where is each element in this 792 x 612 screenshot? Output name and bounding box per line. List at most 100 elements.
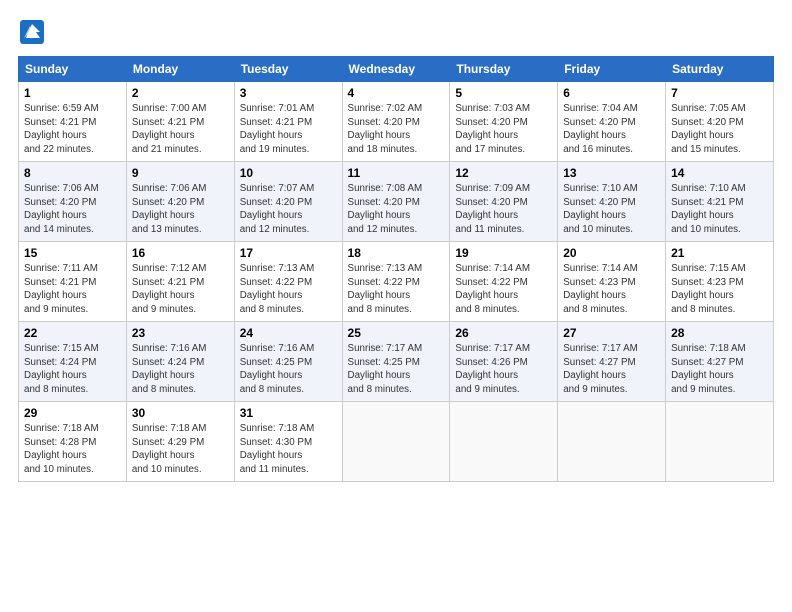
day-info: Sunrise: 7:13 AMSunset: 4:22 PMDaylight … xyxy=(240,263,315,315)
calendar-row-2: 8 Sunrise: 7:06 AMSunset: 4:20 PMDayligh… xyxy=(19,162,774,242)
day-info: Sunrise: 7:05 AMSunset: 4:20 PMDaylight … xyxy=(671,103,746,155)
calendar-cell: 2 Sunrise: 7:00 AMSunset: 4:21 PMDayligh… xyxy=(126,82,234,162)
day-info: Sunrise: 7:01 AMSunset: 4:21 PMDaylight … xyxy=(240,103,315,155)
day-number: 24 xyxy=(240,326,337,340)
day-number: 10 xyxy=(240,166,337,180)
day-info: Sunrise: 7:04 AMSunset: 4:20 PMDaylight … xyxy=(563,103,638,155)
day-number: 31 xyxy=(240,406,337,420)
day-number: 21 xyxy=(671,246,768,260)
calendar-cell: 1 Sunrise: 6:59 AMSunset: 4:21 PMDayligh… xyxy=(19,82,127,162)
calendar-row-3: 15 Sunrise: 7:11 AMSunset: 4:21 PMDaylig… xyxy=(19,242,774,322)
day-info: Sunrise: 7:16 AMSunset: 4:25 PMDaylight … xyxy=(240,343,315,395)
calendar-cell: 29 Sunrise: 7:18 AMSunset: 4:28 PMDaylig… xyxy=(19,402,127,482)
calendar-page: SundayMondayTuesdayWednesdayThursdayFrid… xyxy=(0,0,792,492)
day-info: Sunrise: 7:12 AMSunset: 4:21 PMDaylight … xyxy=(132,263,207,315)
calendar-cell: 13 Sunrise: 7:10 AMSunset: 4:20 PMDaylig… xyxy=(558,162,666,242)
day-info: Sunrise: 7:09 AMSunset: 4:20 PMDaylight … xyxy=(455,183,530,235)
calendar-cell: 11 Sunrise: 7:08 AMSunset: 4:20 PMDaylig… xyxy=(342,162,450,242)
calendar-cell: 23 Sunrise: 7:16 AMSunset: 4:24 PMDaylig… xyxy=(126,322,234,402)
day-info: Sunrise: 6:59 AMSunset: 4:21 PMDaylight … xyxy=(24,103,99,155)
col-header-tuesday: Tuesday xyxy=(234,57,342,82)
day-info: Sunrise: 7:11 AMSunset: 4:21 PMDaylight … xyxy=(24,263,98,315)
day-info: Sunrise: 7:18 AMSunset: 4:27 PMDaylight … xyxy=(671,343,746,395)
day-info: Sunrise: 7:08 AMSunset: 4:20 PMDaylight … xyxy=(348,183,423,235)
calendar-cell: 26 Sunrise: 7:17 AMSunset: 4:26 PMDaylig… xyxy=(450,322,558,402)
calendar-cell: 22 Sunrise: 7:15 AMSunset: 4:24 PMDaylig… xyxy=(19,322,127,402)
calendar-cell xyxy=(666,402,774,482)
day-number: 20 xyxy=(563,246,660,260)
day-info: Sunrise: 7:18 AMSunset: 4:29 PMDaylight … xyxy=(132,423,207,475)
calendar-cell xyxy=(450,402,558,482)
calendar-cell: 27 Sunrise: 7:17 AMSunset: 4:27 PMDaylig… xyxy=(558,322,666,402)
calendar-cell: 20 Sunrise: 7:14 AMSunset: 4:23 PMDaylig… xyxy=(558,242,666,322)
day-info: Sunrise: 7:18 AMSunset: 4:30 PMDaylight … xyxy=(240,423,315,475)
calendar-cell xyxy=(342,402,450,482)
calendar-cell: 30 Sunrise: 7:18 AMSunset: 4:29 PMDaylig… xyxy=(126,402,234,482)
calendar-cell: 28 Sunrise: 7:18 AMSunset: 4:27 PMDaylig… xyxy=(666,322,774,402)
day-info: Sunrise: 7:02 AMSunset: 4:20 PMDaylight … xyxy=(348,103,423,155)
day-info: Sunrise: 7:17 AMSunset: 4:26 PMDaylight … xyxy=(455,343,530,395)
day-info: Sunrise: 7:06 AMSunset: 4:20 PMDaylight … xyxy=(24,183,99,235)
day-number: 11 xyxy=(348,166,445,180)
day-number: 8 xyxy=(24,166,121,180)
day-number: 12 xyxy=(455,166,552,180)
calendar-cell: 21 Sunrise: 7:15 AMSunset: 4:23 PMDaylig… xyxy=(666,242,774,322)
col-header-thursday: Thursday xyxy=(450,57,558,82)
day-info: Sunrise: 7:10 AMSunset: 4:21 PMDaylight … xyxy=(671,183,746,235)
calendar-cell: 5 Sunrise: 7:03 AMSunset: 4:20 PMDayligh… xyxy=(450,82,558,162)
day-info: Sunrise: 7:03 AMSunset: 4:20 PMDaylight … xyxy=(455,103,530,155)
logo-icon xyxy=(18,18,46,46)
calendar-cell: 12 Sunrise: 7:09 AMSunset: 4:20 PMDaylig… xyxy=(450,162,558,242)
calendar-table: SundayMondayTuesdayWednesdayThursdayFrid… xyxy=(18,56,774,482)
calendar-cell: 10 Sunrise: 7:07 AMSunset: 4:20 PMDaylig… xyxy=(234,162,342,242)
header xyxy=(18,18,774,46)
col-header-sunday: Sunday xyxy=(19,57,127,82)
day-info: Sunrise: 7:10 AMSunset: 4:20 PMDaylight … xyxy=(563,183,638,235)
calendar-cell: 3 Sunrise: 7:01 AMSunset: 4:21 PMDayligh… xyxy=(234,82,342,162)
calendar-cell: 15 Sunrise: 7:11 AMSunset: 4:21 PMDaylig… xyxy=(19,242,127,322)
day-info: Sunrise: 7:15 AMSunset: 4:23 PMDaylight … xyxy=(671,263,746,315)
logo xyxy=(18,18,50,46)
day-number: 13 xyxy=(563,166,660,180)
day-number: 15 xyxy=(24,246,121,260)
day-number: 28 xyxy=(671,326,768,340)
calendar-cell: 19 Sunrise: 7:14 AMSunset: 4:22 PMDaylig… xyxy=(450,242,558,322)
day-number: 26 xyxy=(455,326,552,340)
day-number: 9 xyxy=(132,166,229,180)
day-info: Sunrise: 7:06 AMSunset: 4:20 PMDaylight … xyxy=(132,183,207,235)
day-number: 22 xyxy=(24,326,121,340)
calendar-cell: 18 Sunrise: 7:13 AMSunset: 4:22 PMDaylig… xyxy=(342,242,450,322)
day-number: 1 xyxy=(24,86,121,100)
day-number: 30 xyxy=(132,406,229,420)
col-header-friday: Friday xyxy=(558,57,666,82)
calendar-row-4: 22 Sunrise: 7:15 AMSunset: 4:24 PMDaylig… xyxy=(19,322,774,402)
day-info: Sunrise: 7:13 AMSunset: 4:22 PMDaylight … xyxy=(348,263,423,315)
col-header-monday: Monday xyxy=(126,57,234,82)
calendar-cell: 9 Sunrise: 7:06 AMSunset: 4:20 PMDayligh… xyxy=(126,162,234,242)
day-number: 29 xyxy=(24,406,121,420)
calendar-cell: 7 Sunrise: 7:05 AMSunset: 4:20 PMDayligh… xyxy=(666,82,774,162)
day-number: 19 xyxy=(455,246,552,260)
day-number: 25 xyxy=(348,326,445,340)
day-info: Sunrise: 7:00 AMSunset: 4:21 PMDaylight … xyxy=(132,103,207,155)
col-header-saturday: Saturday xyxy=(666,57,774,82)
day-number: 3 xyxy=(240,86,337,100)
day-number: 23 xyxy=(132,326,229,340)
day-info: Sunrise: 7:17 AMSunset: 4:27 PMDaylight … xyxy=(563,343,638,395)
day-info: Sunrise: 7:18 AMSunset: 4:28 PMDaylight … xyxy=(24,423,99,475)
col-header-wednesday: Wednesday xyxy=(342,57,450,82)
calendar-cell: 14 Sunrise: 7:10 AMSunset: 4:21 PMDaylig… xyxy=(666,162,774,242)
day-info: Sunrise: 7:07 AMSunset: 4:20 PMDaylight … xyxy=(240,183,315,235)
day-number: 2 xyxy=(132,86,229,100)
calendar-header-row: SundayMondayTuesdayWednesdayThursdayFrid… xyxy=(19,57,774,82)
day-number: 6 xyxy=(563,86,660,100)
day-info: Sunrise: 7:14 AMSunset: 4:22 PMDaylight … xyxy=(455,263,530,315)
calendar-cell xyxy=(558,402,666,482)
day-number: 16 xyxy=(132,246,229,260)
day-number: 14 xyxy=(671,166,768,180)
calendar-cell: 25 Sunrise: 7:17 AMSunset: 4:25 PMDaylig… xyxy=(342,322,450,402)
day-info: Sunrise: 7:14 AMSunset: 4:23 PMDaylight … xyxy=(563,263,638,315)
day-info: Sunrise: 7:17 AMSunset: 4:25 PMDaylight … xyxy=(348,343,423,395)
calendar-cell: 8 Sunrise: 7:06 AMSunset: 4:20 PMDayligh… xyxy=(19,162,127,242)
day-info: Sunrise: 7:16 AMSunset: 4:24 PMDaylight … xyxy=(132,343,207,395)
